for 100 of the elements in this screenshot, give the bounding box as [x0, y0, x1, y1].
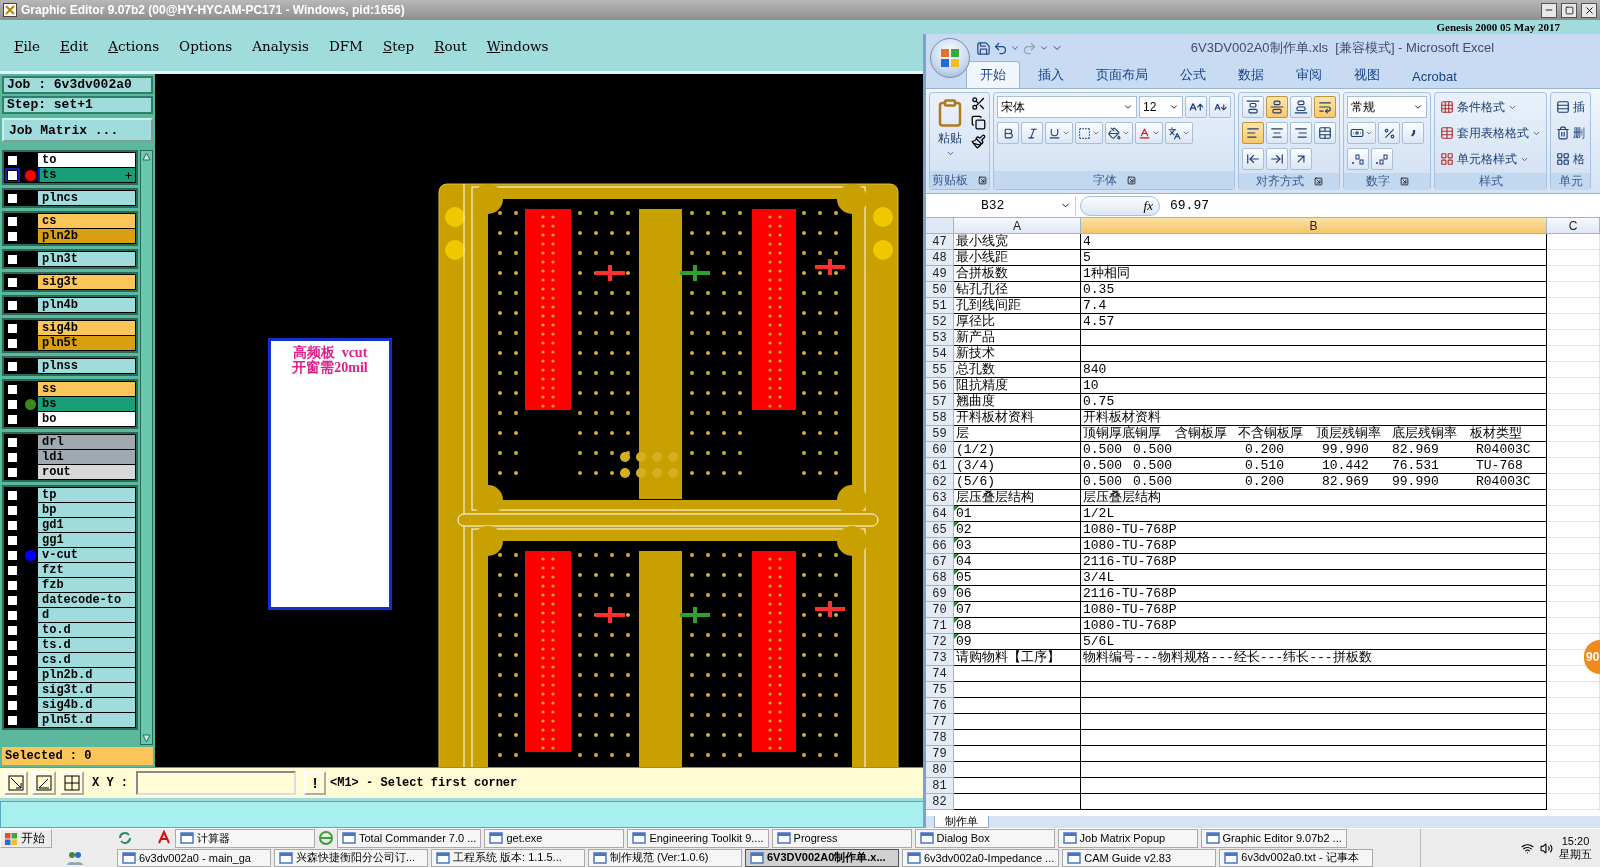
- layer-name[interactable]: fzt: [38, 563, 135, 577]
- maximize-button[interactable]: [1561, 2, 1577, 18]
- people-icon[interactable]: [66, 849, 84, 866]
- cut-icon[interactable]: [971, 96, 986, 111]
- shrink-font-button[interactable]: [1209, 96, 1231, 118]
- layer-checkbox[interactable]: [7, 699, 18, 711]
- style-button[interactable]: 条件格式: [1438, 96, 1543, 118]
- insert-function-button[interactable]: fx: [1080, 195, 1160, 216]
- layer-checkbox[interactable]: [7, 169, 18, 181]
- row-header[interactable]: 61: [926, 458, 954, 474]
- percent-button[interactable]: [1378, 122, 1400, 144]
- layer-checkbox[interactable]: [7, 192, 18, 204]
- layer-checkbox[interactable]: [7, 609, 18, 621]
- taskbar-button[interactable]: Engineering Toolkit 9....: [627, 829, 769, 848]
- layer-name[interactable]: rout: [38, 465, 135, 479]
- column-header[interactable]: C: [1547, 218, 1600, 234]
- layer-name[interactable]: to.d: [38, 623, 135, 637]
- taskbar-button[interactable]: Total Commander 7.0 ...: [337, 829, 482, 848]
- layer-checkbox[interactable]: [7, 594, 18, 606]
- taskbar-button[interactable]: 6V3DV002A0制作单.x...: [745, 848, 899, 867]
- xy-input-field[interactable]: [136, 771, 296, 795]
- dialog-launcher-icon[interactable]: [978, 175, 987, 185]
- layer-name[interactable]: d: [38, 608, 135, 622]
- layer-name[interactable]: ss: [38, 382, 135, 396]
- align-merge-button[interactable]: [1314, 122, 1336, 144]
- layer-checkbox[interactable]: [7, 504, 18, 516]
- layer-name[interactable]: pln4b: [38, 298, 135, 312]
- layer-checkbox[interactable]: [7, 322, 18, 334]
- row-header[interactable]: 73: [926, 650, 954, 666]
- column-header[interactable]: B: [1081, 218, 1547, 234]
- network-icon[interactable]: [1521, 841, 1534, 855]
- layer-checkbox[interactable]: [7, 579, 18, 591]
- menu-item[interactable]: DFM: [328, 37, 363, 54]
- menu-item[interactable]: Rout: [434, 37, 467, 54]
- layer-name[interactable]: ts.d: [38, 638, 135, 652]
- layer-name[interactable]: bo: [38, 412, 135, 426]
- start-button[interactable]: 开始: [0, 829, 52, 848]
- layer-name[interactable]: to: [38, 153, 135, 167]
- ribbon-tab[interactable]: 开始: [966, 61, 1020, 88]
- align-center-button[interactable]: [1266, 122, 1288, 144]
- dialog-launcher-icon[interactable]: [1399, 177, 1409, 186]
- grow-font-button[interactable]: [1185, 96, 1207, 118]
- border-button[interactable]: [1075, 122, 1103, 144]
- row-header[interactable]: 62: [926, 474, 954, 490]
- row-header[interactable]: 79: [926, 746, 954, 762]
- taskbar-button[interactable]: CAM Guide v2.83: [1062, 848, 1217, 867]
- ribbon-tab[interactable]: 公式: [1166, 61, 1220, 88]
- menu-item[interactable]: Actions: [108, 37, 160, 54]
- fill-color-button[interactable]: [1105, 122, 1133, 144]
- row-header[interactable]: 66: [926, 538, 954, 554]
- taskbar-button[interactable]: 6v3dv002a0 - main_ga: [117, 848, 271, 867]
- style-button[interactable]: 套用表格格式: [1438, 122, 1543, 144]
- taskbar-button[interactable]: Progress: [771, 829, 912, 848]
- layer-checkbox[interactable]: [7, 436, 18, 448]
- menu-item[interactable]: Options: [179, 37, 233, 54]
- menu-item[interactable]: Step: [382, 37, 415, 54]
- row-header[interactable]: 48: [926, 250, 954, 266]
- undo-icon[interactable]: [993, 40, 1008, 56]
- font-color-button[interactable]: [1135, 122, 1163, 144]
- row-header[interactable]: 69: [926, 586, 954, 602]
- font-name-field[interactable]: 宋体: [997, 96, 1137, 118]
- layer-name[interactable]: pln2b: [38, 229, 135, 243]
- row-header[interactable]: 70: [926, 602, 954, 618]
- row-header[interactable]: 56: [926, 378, 954, 394]
- taskbar-button[interactable]: get.exe: [484, 829, 625, 848]
- layer-name[interactable]: plnss: [38, 359, 135, 373]
- row-header[interactable]: 71: [926, 618, 954, 634]
- layer-checkbox[interactable]: [7, 654, 18, 666]
- layer-name[interactable]: plncs: [38, 191, 135, 205]
- layer-name[interactable]: sig3t: [38, 275, 135, 289]
- row-header[interactable]: 58: [926, 410, 954, 426]
- row-header[interactable]: 52: [926, 314, 954, 330]
- layer-checkbox[interactable]: [7, 669, 18, 681]
- layer-checkbox[interactable]: [7, 215, 18, 227]
- ribbon-tab[interactable]: 页面布局: [1082, 61, 1162, 88]
- layer-checkbox[interactable]: [7, 253, 18, 265]
- row-header[interactable]: 53: [926, 330, 954, 346]
- scrollbar[interactable]: [140, 150, 153, 745]
- caret-icon[interactable]: [1010, 43, 1020, 53]
- taskbar-button[interactable]: 6v3dv002a0-Impedance ...: [902, 848, 1060, 867]
- layer-checkbox[interactable]: [7, 519, 18, 531]
- job-matrix-button[interactable]: Job Matrix ...: [2, 118, 153, 142]
- layer-name[interactable]: tp: [38, 488, 135, 502]
- row-header[interactable]: 74: [926, 666, 954, 682]
- grid-button[interactable]: [60, 771, 84, 795]
- layer-checkbox[interactable]: [7, 564, 18, 576]
- align-indent-button[interactable]: [1266, 148, 1288, 170]
- layer-name[interactable]: drl: [38, 435, 135, 449]
- close-button[interactable]: [1581, 2, 1597, 18]
- menu-item[interactable]: Windows: [486, 37, 549, 54]
- sheet-tab[interactable]: 制作单: [934, 816, 989, 828]
- layer-name[interactable]: cs: [38, 214, 135, 228]
- row-header[interactable]: 72: [926, 634, 954, 650]
- layer-checkbox[interactable]: [7, 489, 18, 501]
- row-header[interactable]: 47: [926, 234, 954, 250]
- layer-checkbox[interactable]: [7, 466, 18, 478]
- layer-name[interactable]: pln5t.d: [38, 713, 135, 727]
- layer-name[interactable]: sig4b: [38, 321, 135, 335]
- layer-name[interactable]: v-cut: [38, 548, 135, 562]
- layer-name[interactable]: gd1: [38, 518, 135, 532]
